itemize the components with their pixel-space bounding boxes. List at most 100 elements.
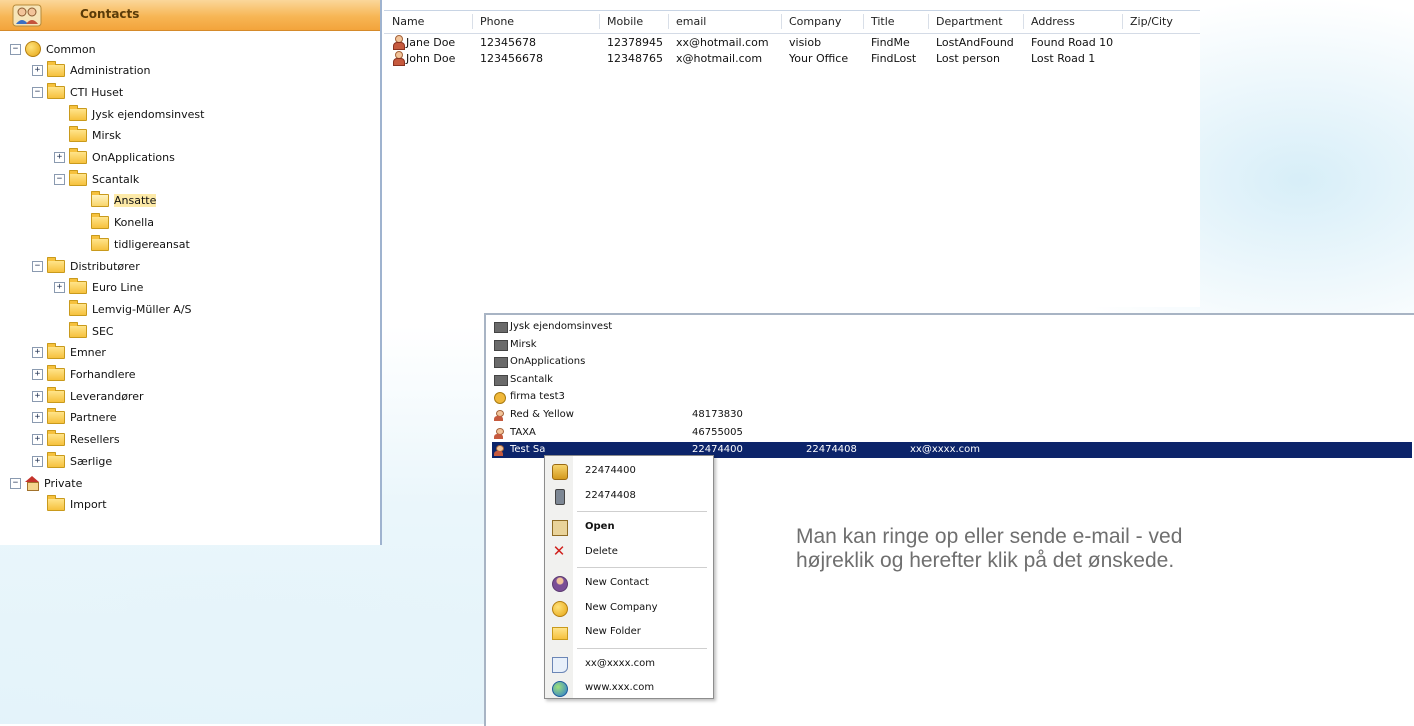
column-header-email[interactable]: email: [676, 15, 706, 28]
tree-item-common[interactable]: − Common: [10, 38, 96, 60]
tree-item-leverand-rer[interactable]: + Leverandører: [32, 385, 144, 407]
collapse-icon[interactable]: −: [32, 260, 43, 272]
folder-icon: [69, 126, 87, 143]
column-divider[interactable]: [472, 14, 473, 29]
menu-item-new-contact[interactable]: New Contact: [545, 571, 713, 595]
table-cell: x@hotmail.com: [676, 52, 763, 65]
table-cell: Found Road 10: [1031, 36, 1114, 49]
tree-item-mirsk[interactable]: Mirsk: [54, 125, 121, 147]
menu-item-xx-xxxx-com[interactable]: xx@xxxx.com: [545, 652, 713, 676]
list-item[interactable]: Jysk ejendomsinvest: [492, 319, 1412, 335]
contact-person-icon: [494, 410, 504, 422]
tree-item-emner[interactable]: + Emner: [32, 342, 106, 364]
column-header-name[interactable]: Name: [392, 15, 424, 28]
column-header-zip-city[interactable]: Zip/City: [1130, 15, 1173, 28]
tree-item-distribut-rer[interactable]: − Distributører: [32, 255, 140, 277]
collapse-icon[interactable]: −: [10, 477, 21, 489]
column-divider[interactable]: [668, 14, 669, 29]
column-header-title[interactable]: Title: [871, 15, 895, 28]
tree-item-label: Forhandlere: [70, 368, 136, 381]
tree-item-private[interactable]: − Private: [10, 472, 82, 494]
expand-icon[interactable]: +: [32, 65, 43, 77]
tree-item-import[interactable]: Import: [32, 494, 107, 516]
folder-icon: [47, 451, 65, 468]
list-item[interactable]: Scantalk: [492, 372, 1412, 388]
menu-item-22474408[interactable]: 22474408: [545, 484, 713, 508]
column-divider[interactable]: [781, 14, 782, 29]
tree-item-label: Lemvig-Müller A/S: [92, 302, 192, 316]
column-header-mobile[interactable]: Mobile: [607, 15, 643, 28]
menu-item-new-folder[interactable]: New Folder: [545, 620, 713, 644]
menu-item-22474400[interactable]: 22474400: [545, 459, 713, 483]
open-icon: [552, 520, 568, 536]
menu-item-new-company[interactable]: New Company: [545, 596, 713, 620]
expand-icon[interactable]: +: [54, 282, 65, 294]
tree-item-lemvig-m-ller-a-s[interactable]: Lemvig-Müller A/S: [54, 298, 192, 320]
tree-item-forhandlere[interactable]: + Forhandlere: [32, 364, 136, 386]
tree-item-label: Distributører: [70, 259, 140, 273]
folder-icon: [69, 169, 87, 186]
tree-item-label: Ansatte: [114, 194, 157, 208]
menu-item-label: Delete: [585, 545, 618, 557]
new-folder-icon: [552, 627, 568, 640]
table-row[interactable]: John Doe 123456678 12348765 x@hotmail.com Yo…: [384, 51, 1200, 67]
expand-icon[interactable]: +: [32, 390, 43, 402]
tree-item-partnere[interactable]: + Partnere: [32, 407, 117, 429]
tree-item-s-rlige[interactable]: + Særlige: [32, 450, 112, 472]
column-divider[interactable]: [863, 14, 864, 29]
folder-icon: [494, 322, 508, 333]
column-header-department[interactable]: Department: [936, 15, 1003, 28]
column-divider[interactable]: [1122, 14, 1123, 29]
list-item[interactable]: Mirsk: [492, 337, 1412, 353]
tree-item-label: Leverandører: [70, 389, 144, 403]
menu-item-delete[interactable]: ✕ Delete: [545, 540, 713, 564]
mobile-icon: [555, 488, 565, 505]
tree-item-tidligereansat[interactable]: tidligereansat: [76, 233, 190, 255]
list-item[interactable]: Red & Yellow 48173830: [492, 407, 1412, 423]
folder-icon: [47, 256, 65, 273]
table-row[interactable]: Jane Doe 12345678 12378945 xx@hotmail.com vi…: [384, 35, 1200, 51]
tree-item-onapplications[interactable]: + OnApplications: [54, 147, 175, 169]
collapse-icon[interactable]: −: [32, 86, 43, 98]
column-divider[interactable]: [599, 14, 600, 29]
tree-item-resellers[interactable]: + Resellers: [32, 429, 120, 451]
table-cell: Lost person: [936, 52, 1000, 65]
new-contact-icon: [552, 576, 568, 592]
tree-item-label: Partnere: [70, 411, 117, 425]
tree-item-sec[interactable]: SEC: [54, 320, 114, 342]
tree-item-jysk-ejendomsinvest[interactable]: Jysk ejendomsinvest: [54, 103, 204, 125]
tree-item-konella[interactable]: Konella: [76, 212, 154, 234]
tree-item-label: Emner: [70, 346, 106, 360]
folder-icon: [47, 430, 65, 447]
collapse-icon[interactable]: −: [10, 43, 21, 55]
tree-item-scantalk[interactable]: − Scantalk: [54, 168, 139, 190]
contacts-header[interactable]: Contacts: [0, 0, 380, 31]
expand-icon[interactable]: +: [32, 434, 43, 446]
column-divider[interactable]: [1023, 14, 1024, 29]
expand-icon[interactable]: +: [54, 152, 65, 163]
list-item[interactable]: TAXA 46755005: [492, 425, 1412, 441]
collapse-icon[interactable]: −: [54, 173, 65, 185]
expand-icon[interactable]: +: [32, 412, 43, 424]
column-header-address[interactable]: Address: [1031, 15, 1075, 28]
email-icon: [552, 656, 568, 673]
menu-item-www-xxx-com[interactable]: www.xxx.com: [545, 676, 713, 700]
tree-item-administration[interactable]: + Administration: [32, 60, 151, 82]
list-item[interactable]: OnApplications: [492, 354, 1412, 370]
expand-icon[interactable]: +: [32, 369, 43, 380]
tree-item-ansatte[interactable]: Ansatte: [76, 190, 157, 212]
tree-item-cti-huset[interactable]: − CTI Huset: [32, 81, 123, 103]
folder-icon: [47, 82, 65, 99]
expand-icon[interactable]: +: [32, 455, 43, 467]
expand-icon[interactable]: +: [32, 347, 43, 359]
list-item[interactable]: firma test3: [492, 389, 1412, 405]
column-header-company[interactable]: Company: [789, 15, 841, 28]
menu-item-open[interactable]: Open: [545, 515, 713, 539]
tree-item-euro-line[interactable]: + Euro Line: [54, 277, 143, 299]
column-divider[interactable]: [928, 14, 929, 29]
folder-icon: [91, 213, 109, 230]
column-header-phone[interactable]: Phone: [480, 15, 514, 28]
contacts-title: Contacts: [80, 7, 140, 21]
tree-item-label: Jysk ejendomsinvest: [92, 107, 205, 121]
menu-separator: [577, 511, 707, 512]
